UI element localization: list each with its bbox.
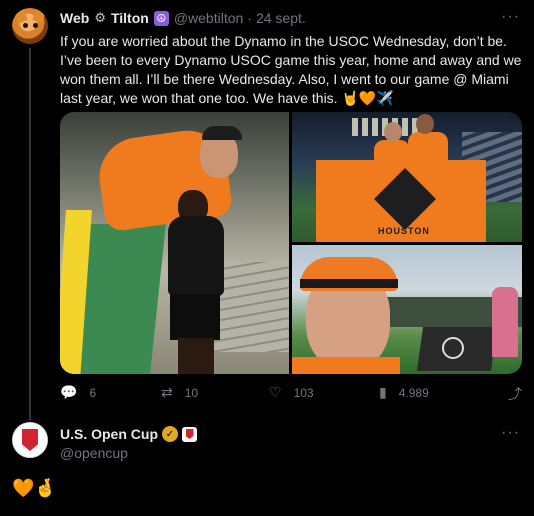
photo-fans-with-flag[interactable]: HOUSTON <box>292 112 522 242</box>
author-name-suffix[interactable]: Tilton <box>111 10 149 26</box>
cap-band <box>300 279 398 288</box>
fan-head-2 <box>416 114 434 134</box>
author-name[interactable]: Web <box>60 10 89 26</box>
separator-dot: · <box>247 10 252 26</box>
photo-selfie-at-stadium[interactable] <box>292 245 522 374</box>
bystander <box>492 287 518 357</box>
like-button[interactable]: ♡ 103 <box>269 384 314 401</box>
author-handle[interactable]: @webtilton <box>174 10 243 26</box>
more-options-icon[interactable]: ··· <box>501 424 520 442</box>
views-button[interactable]: ▮ 4.989 <box>379 384 429 401</box>
tweet-media-grid: HOUSTON <box>60 112 522 374</box>
reply-tweet[interactable]: U.S. Open Cup ✓ @opencup ··· 🧡🤞 <box>0 418 534 516</box>
org-affiliation-icon <box>182 426 197 442</box>
player-shirt <box>168 216 224 296</box>
orange-shirt <box>292 357 400 374</box>
opencup-shield-icon <box>22 429 38 451</box>
peace-icon: ☮ <box>153 10 169 26</box>
author-avatar[interactable] <box>12 8 48 44</box>
share-icon: ⤴ <box>508 386 522 402</box>
reply-icon: 💬 <box>60 384 78 400</box>
fan-body-2 <box>408 132 448 162</box>
like-count: 103 <box>293 385 314 400</box>
fan-head-1 <box>384 122 402 142</box>
photo-fan-with-player[interactable] <box>60 112 289 374</box>
opencup-avatar[interactable] <box>12 422 48 458</box>
retweet-button[interactable]: ⇄ 10 <box>161 384 198 401</box>
flag-text: HOUSTON <box>378 226 430 236</box>
tweet-timestamp[interactable]: 24 sept. <box>256 10 306 26</box>
avatar-ear-right <box>32 8 46 24</box>
retweet-count: 10 <box>184 385 199 400</box>
club-logo-icon <box>442 337 464 359</box>
reply-author: U.S. Open Cup ✓ <box>60 426 197 442</box>
settings-gear-icon: ⚙ <box>94 10 106 25</box>
reply-count: 6 <box>89 385 97 400</box>
avatar-ear-left <box>14 8 28 24</box>
tweet-actions: 💬 6 ⇄ 10 ♡ 103 ▮ 4.989 ⤴ <box>60 384 522 404</box>
avatar-eye-left <box>23 23 28 28</box>
more-options-icon[interactable]: ··· <box>501 8 520 26</box>
tweet-header: Web ⚙ Tilton ☮ @webtilton · 24 sept. <box>60 10 306 26</box>
player-shorts <box>170 294 220 340</box>
share-button[interactable]: ⤴ <box>508 384 522 404</box>
tweet[interactable]: Web ⚙ Tilton ☮ @webtilton · 24 sept. ···… <box>0 0 534 420</box>
analytics-bars-icon: ▮ <box>379 384 387 400</box>
reply-text: 🧡🤞 <box>12 478 57 498</box>
player-legs <box>178 338 214 374</box>
retweet-icon: ⇄ <box>161 384 173 400</box>
thread-line <box>29 48 31 420</box>
heart-icon: ♡ <box>269 384 282 400</box>
reply-author-name[interactable]: U.S. Open Cup <box>60 426 158 442</box>
view-count: 4.989 <box>398 385 429 400</box>
reply-handle[interactable]: @opencup <box>60 445 128 461</box>
verified-badge-icon: ✓ <box>162 426 178 442</box>
avatar-eye-right <box>33 23 38 28</box>
reply-button[interactable]: 💬 6 <box>60 384 96 401</box>
man-cap <box>202 126 242 140</box>
tweet-text: If you are worried about the Dynamo in t… <box>60 33 522 106</box>
